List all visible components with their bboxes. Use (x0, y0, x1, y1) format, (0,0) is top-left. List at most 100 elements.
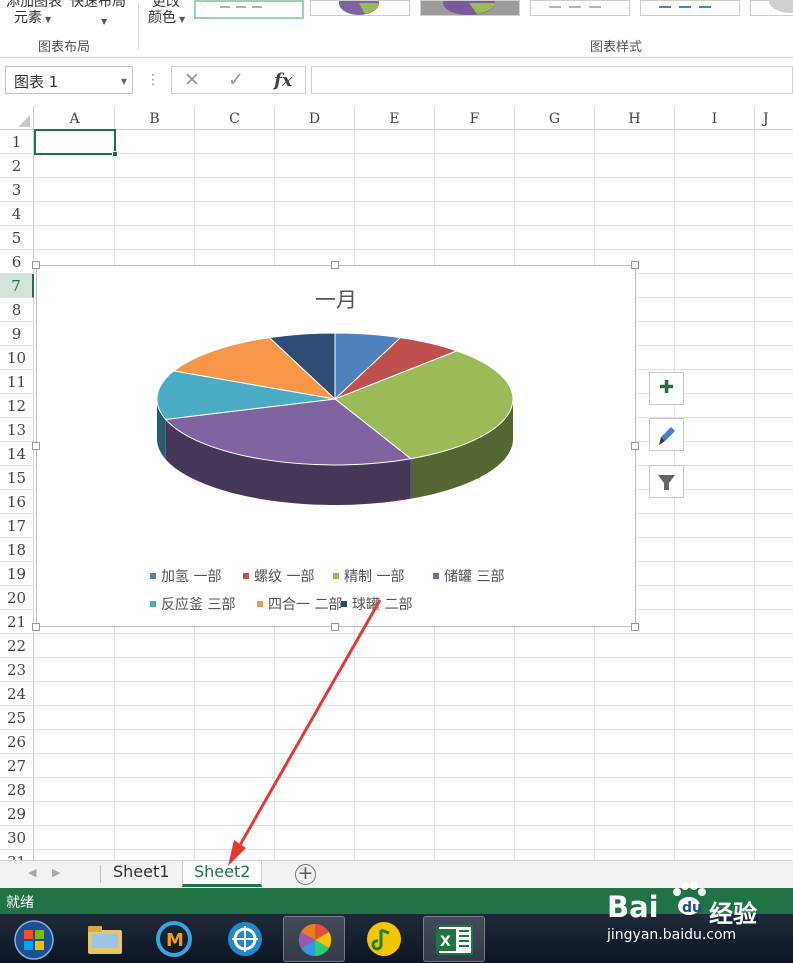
row-header-11[interactable]: 11 (0, 370, 34, 394)
row-header-3[interactable]: 3 (0, 178, 34, 202)
chart-style-6[interactable] (750, 0, 793, 16)
column-header-f[interactable]: F (435, 106, 515, 130)
add-chart-element-button-line2[interactable]: 元素 ▼ (14, 10, 51, 28)
add-chart-element-button[interactable]: 添加图表 (6, 0, 62, 10)
chart-style-3[interactable] (420, 0, 520, 16)
row-header-29[interactable]: 29 (0, 802, 34, 826)
row-header-22[interactable]: 22 (0, 634, 34, 658)
plus-circle-icon: + (297, 862, 314, 884)
pie-chart[interactable]: 一月 加氢 一部 螺纹 一部 精制 一部 储罐 三部 反应釜 三部 四合一 二部 球罐 二部 (32, 261, 639, 631)
row-header-21[interactable]: 21 (0, 610, 34, 634)
change-colors-button[interactable]: 更改 (152, 0, 180, 10)
column-header-h[interactable]: H (595, 106, 675, 130)
start-button[interactable] (4, 916, 62, 962)
row-header-1[interactable]: 1 (0, 130, 34, 154)
row-header-16[interactable]: 16 (0, 490, 34, 514)
quick-layout-button[interactable]: 快速布局 (70, 0, 126, 10)
add-chart-element-label-2: 元素 (14, 10, 42, 26)
legend-color-swatch (341, 601, 347, 607)
row-header-8[interactable]: 8 (0, 298, 34, 322)
row-header-6[interactable]: 6 (0, 250, 34, 274)
chart-style-preview-icon (339, 1, 379, 15)
row-header-30[interactable]: 30 (0, 826, 34, 850)
sheet-nav-prev-icon[interactable]: ◀ (28, 866, 36, 879)
sheet-nav-next-icon[interactable]: ▶ (52, 866, 60, 879)
chart-style-4[interactable] (530, 0, 630, 16)
taskbar-explorer[interactable] (74, 916, 136, 962)
row-header-4[interactable]: 4 (0, 202, 34, 226)
row-header-20[interactable]: 20 (0, 586, 34, 610)
row-header-10[interactable]: 10 (0, 346, 34, 370)
chevron-down-icon[interactable]: ▼ (121, 77, 127, 86)
legend-color-swatch (243, 573, 249, 579)
column-header-c[interactable]: C (195, 106, 275, 130)
chart-elements-button[interactable]: ✚ (649, 372, 684, 405)
pie-plot-area[interactable] (37, 266, 635, 566)
row-header-7[interactable]: 7 (0, 274, 34, 298)
taskbar-security[interactable] (214, 916, 276, 962)
row-header-26[interactable]: 26 (0, 730, 34, 754)
row-header-24[interactable]: 24 (0, 682, 34, 706)
legend-label: 四合一 二部 (268, 597, 343, 613)
taskbar-excel[interactable]: X (423, 916, 485, 962)
legend-color-swatch (150, 601, 156, 607)
name-box[interactable]: 图表 1 ▼ (5, 66, 133, 94)
column-header-b[interactable]: B (115, 106, 195, 130)
taskbar-picture-viewer[interactable] (283, 916, 345, 962)
row-header-28[interactable]: 28 (0, 778, 34, 802)
row-header-14[interactable]: 14 (0, 442, 34, 466)
tab-sheet1[interactable]: Sheet1 (102, 861, 180, 887)
dropdown-arrow-icon: ▼ (179, 15, 186, 24)
row-header-15[interactable]: 15 (0, 466, 34, 490)
chart-styles-button[interactable] (649, 418, 684, 451)
column-header-e[interactable]: E (355, 106, 435, 130)
active-cell-a1[interactable] (34, 129, 118, 157)
cancel-icon[interactable]: ✕ (184, 69, 200, 91)
row-header-25[interactable]: 25 (0, 706, 34, 730)
legend-item-6[interactable]: 球罐 二部 (341, 594, 412, 614)
column-header-j[interactable]: J (755, 106, 793, 130)
quick-layout-dropdown[interactable]: ▼ (98, 12, 107, 30)
row-header-17[interactable]: 17 (0, 514, 34, 538)
chart-style-5[interactable] (640, 0, 740, 16)
legend-item-5[interactable]: 四合一 二部 (257, 594, 342, 614)
column-header-i[interactable]: I (675, 106, 755, 130)
column-header-d[interactable]: D (275, 106, 355, 130)
legend-item-3[interactable]: 储罐 三部 (433, 566, 504, 586)
chart-style-1[interactable] (194, 0, 304, 19)
row-header-2[interactable]: 2 (0, 154, 34, 178)
select-all-corner[interactable] (0, 106, 34, 130)
formula-input[interactable] (311, 66, 793, 94)
chart-filters-button[interactable] (649, 465, 684, 498)
row-header-5[interactable]: 5 (0, 226, 34, 250)
new-sheet-button[interactable]: + (295, 864, 316, 885)
row-header-27[interactable]: 27 (0, 754, 34, 778)
row-header-19[interactable]: 19 (0, 562, 34, 586)
formula-bar-grip[interactable]: ⋮ (146, 72, 160, 88)
legend-item-4[interactable]: 反应釜 三部 (150, 594, 235, 614)
taskbar-music[interactable] (353, 916, 415, 962)
legend-item-2[interactable]: 精制 一部 (333, 566, 404, 586)
windows-logo-icon (14, 920, 54, 960)
resize-handle[interactable] (32, 623, 40, 631)
fill-handle[interactable] (112, 151, 118, 157)
column-header-a[interactable]: A (35, 106, 115, 130)
chart-style-preview-icon (220, 6, 262, 8)
resize-handle[interactable] (631, 623, 639, 631)
row-header-13[interactable]: 13 (0, 418, 34, 442)
row-header-9[interactable]: 9 (0, 322, 34, 346)
column-header-g[interactable]: G (515, 106, 595, 130)
tab-sheet2[interactable]: Sheet2 (182, 861, 263, 887)
row-header-31[interactable]: 31 (0, 850, 34, 860)
change-colors-button-line2[interactable]: 颜色 ▼ (148, 10, 185, 28)
insert-function-icon[interactable]: fx (274, 70, 292, 91)
chart-style-2[interactable] (310, 0, 410, 16)
resize-handle[interactable] (331, 623, 339, 631)
taskbar-maxthon[interactable]: M (144, 916, 206, 962)
legend-item-0[interactable]: 加氢 一部 (150, 566, 221, 586)
row-header-12[interactable]: 12 (0, 394, 34, 418)
check-icon[interactable]: ✓ (228, 69, 244, 91)
row-header-18[interactable]: 18 (0, 538, 34, 562)
legend-item-1[interactable]: 螺纹 一部 (243, 566, 314, 586)
row-header-23[interactable]: 23 (0, 658, 34, 682)
